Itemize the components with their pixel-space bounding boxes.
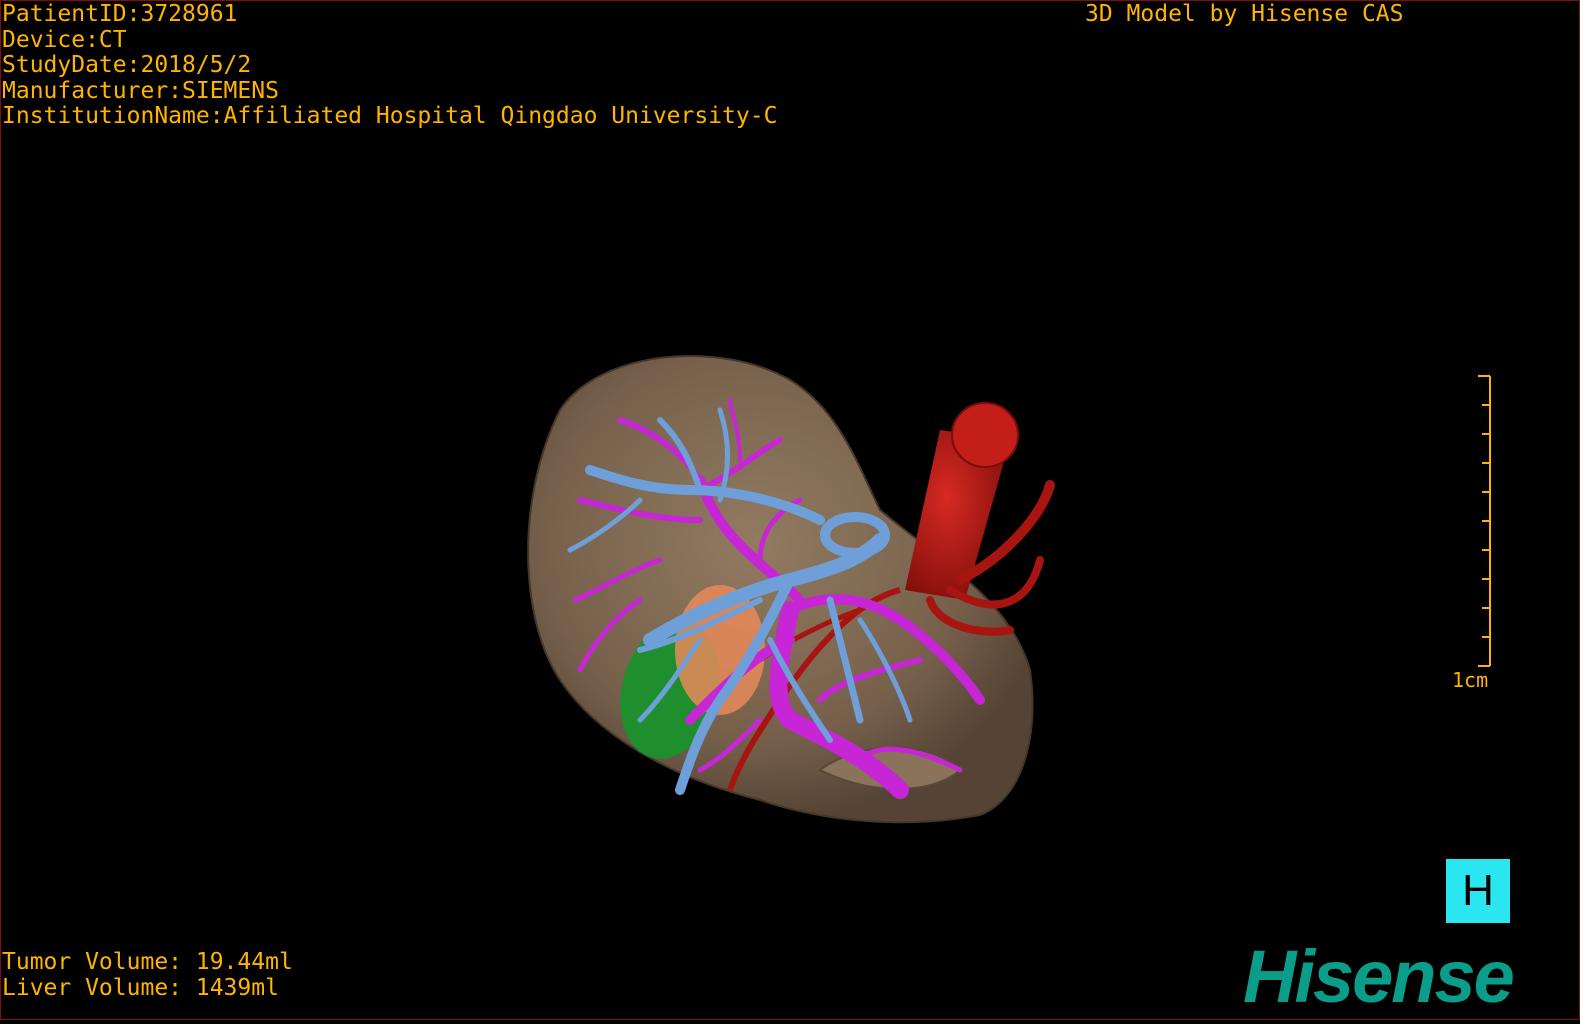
scale-bar xyxy=(1478,375,1491,667)
patient-id: PatientID:3728961 xyxy=(2,1,238,27)
tumor-volume: Tumor Volume: 19.44ml xyxy=(2,949,293,975)
institution-name: InstitutionName:Affiliated Hospital Qing… xyxy=(2,103,778,129)
scale-label: 1cm xyxy=(1452,668,1489,692)
liver-volume: Liver Volume: 1439ml xyxy=(2,974,279,1001)
dicom-info-overlay: PatientID:3728961 Device:CT StudyDate:20… xyxy=(2,1,778,130)
study-date: StudyDate:2018/5/2 xyxy=(2,52,252,78)
volume-overlay: Tumor Volume: 19.44ml Liver Volume: 1439… xyxy=(2,949,293,1001)
model-credit: 3D Model by Hisense CAS xyxy=(1085,1,1404,27)
manufacturer: Manufacturer:SIEMENS xyxy=(2,77,279,104)
home-view-button[interactable]: H xyxy=(1446,859,1510,923)
liver-3d-model[interactable] xyxy=(0,0,1580,1020)
3d-viewport[interactable] xyxy=(0,0,1580,1020)
hisense-logo: Hisense xyxy=(1243,935,1515,1018)
device: Device:CT xyxy=(2,26,127,53)
